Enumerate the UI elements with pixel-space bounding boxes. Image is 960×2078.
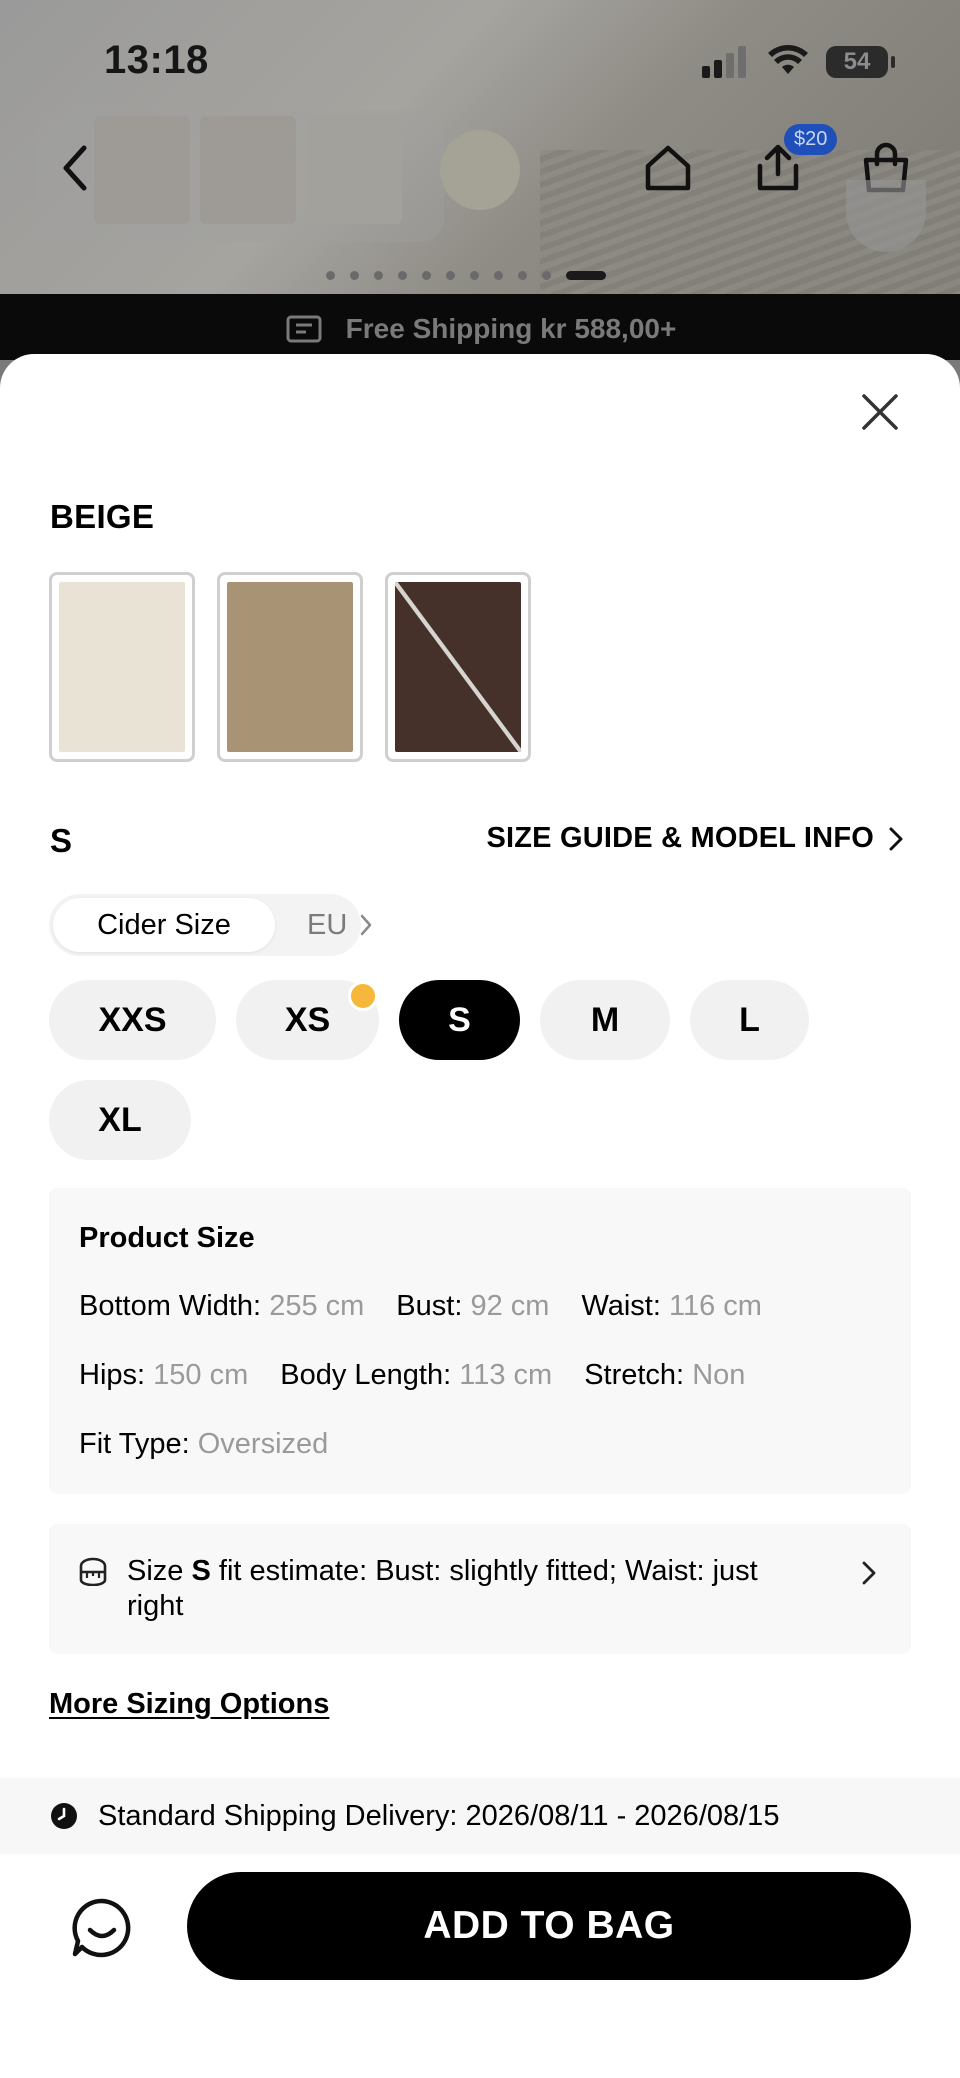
size-selection-sheet: BEIGE S SIZE GUIDE & MODEL INFO Cider Si… xyxy=(0,354,960,2078)
image-pagination-dots xyxy=(326,270,606,280)
home-button[interactable] xyxy=(640,140,696,196)
size-option-s[interactable]: S xyxy=(399,980,520,1060)
close-icon xyxy=(862,394,898,430)
size-guide-label: SIZE GUIDE & MODEL INFO xyxy=(486,822,874,854)
coupon-badge[interactable]: $20 xyxy=(784,124,838,155)
low-stock-indicator-icon xyxy=(348,981,378,1011)
delivery-date-text: Standard Shipping Delivery: 2026/08/11 -… xyxy=(98,1799,780,1832)
thumbnail[interactable] xyxy=(200,116,296,224)
free-shipping-text: Free Shipping kr 588,00+ xyxy=(345,313,677,344)
size-system-toggle[interactable]: Cider Size EU xyxy=(49,894,372,956)
fit-estimate-text: Size S fit estimate: Bust: slightly fitt… xyxy=(127,1555,758,1622)
customer-service-button[interactable] xyxy=(70,1896,134,1960)
swatch-fill xyxy=(227,582,353,752)
close-button[interactable] xyxy=(856,388,904,436)
thumbnail[interactable] xyxy=(94,116,190,224)
free-shipping-banner: Free Shipping kr 588,00+ xyxy=(0,294,960,360)
wifi-icon xyxy=(768,45,808,74)
size-option-xxs[interactable]: XXS xyxy=(49,980,216,1060)
color-swatch-tan[interactable] xyxy=(217,572,363,762)
battery-indicator: 54 xyxy=(826,46,895,78)
measurement-fit-type: Fit Type: Oversized xyxy=(79,1428,329,1460)
more-sizing-options-link[interactable]: More Sizing Options xyxy=(49,1688,329,1721)
add-to-bag-button[interactable]: ADD TO BAG xyxy=(187,1872,911,1980)
size-option-m[interactable]: M xyxy=(540,980,670,1060)
measurement-body-length: Body Length: 113 cm xyxy=(280,1359,553,1391)
selected-color-name: BEIGE xyxy=(50,498,155,535)
product-size-title: Product Size xyxy=(79,1222,255,1254)
measurement-row: Hips: 150 cm Body Length: 113 cm Stretch… xyxy=(79,1359,745,1392)
status-bar: 13:18 54 xyxy=(0,0,960,120)
measurement-row: Bottom Width: 255 cm Bust: 92 cm Waist: … xyxy=(79,1290,762,1323)
selected-size-label: S xyxy=(50,822,73,859)
product-size-panel: Product Size Bottom Width: 255 cm Bust: … xyxy=(49,1188,911,1494)
sold-out-slash-icon xyxy=(395,582,521,752)
product-page-background: 13:18 54 $20 Free Shipping kr 588,00+ xyxy=(0,0,960,360)
chevron-right-icon xyxy=(889,827,903,850)
size-option-l[interactable]: L xyxy=(690,980,809,1060)
clock-icon xyxy=(51,1803,77,1829)
tape-measure-icon xyxy=(79,1557,107,1586)
swatch-fill xyxy=(59,582,185,752)
measurement-stretch: Stretch: Non xyxy=(584,1359,746,1391)
size-system-cider[interactable]: Cider Size xyxy=(53,898,275,952)
thumbnail-selected[interactable] xyxy=(440,130,520,210)
size-guide-link[interactable]: SIZE GUIDE & MODEL INFO xyxy=(486,822,904,855)
fit-estimate-row[interactable]: Size S fit estimate: Bust: slightly fitt… xyxy=(49,1524,911,1654)
chat-icon xyxy=(72,1898,131,1958)
measurement-waist: Waist: 116 cm xyxy=(581,1290,762,1322)
status-time: 13:18 xyxy=(104,38,209,82)
chevron-right-icon xyxy=(862,1561,876,1585)
measurement-hips: Hips: 150 cm xyxy=(79,1359,249,1391)
shipping-icon xyxy=(286,315,322,343)
chevron-right-icon xyxy=(361,914,372,936)
size-system-eu[interactable]: EU xyxy=(307,894,373,956)
back-button[interactable] xyxy=(46,140,102,196)
measurement-bust: Bust: 92 cm xyxy=(396,1290,550,1322)
home-icon xyxy=(645,145,691,191)
shipping-delivery-info: Standard Shipping Delivery: 2026/08/11 -… xyxy=(0,1778,960,1854)
measurement-row: Fit Type: Oversized xyxy=(79,1428,328,1461)
size-option-xl[interactable]: XL xyxy=(49,1080,191,1160)
swatch-fill xyxy=(395,582,521,752)
signal-icon xyxy=(702,46,750,78)
color-swatch-brown[interactable] xyxy=(385,572,531,762)
measurement-bottom-width: Bottom Width: 255 cm xyxy=(79,1290,365,1322)
size-system-eu-label: EU xyxy=(307,908,348,941)
color-swatch-beige[interactable] xyxy=(49,572,195,762)
chevron-left-icon xyxy=(63,145,87,191)
thumbnail[interactable] xyxy=(306,116,402,224)
